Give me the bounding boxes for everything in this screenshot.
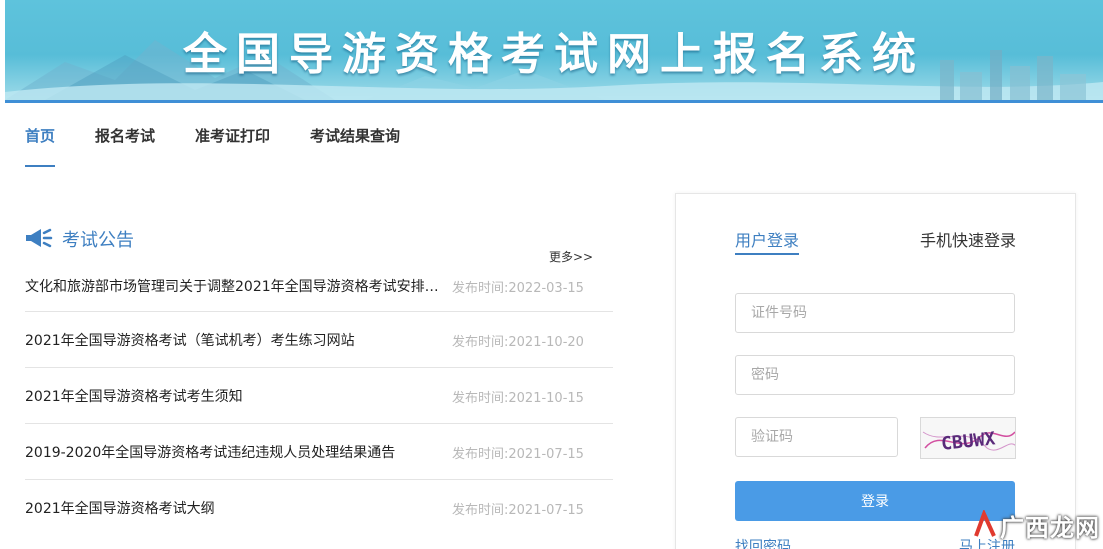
notice-item[interactable]: 2021年全国导游资格考试考生须知 发布时间:2021-10-15 [25,368,613,424]
login-panel: 用户登录 手机快速登录 CBUWX 登录 找回密码 马上注册 [675,193,1076,549]
notice-item-title[interactable]: 2021年全国导游资格考试考生须知 [25,386,445,406]
notice-section: 考试公告 更多>> 文化和旅游部市场管理司关于调整2021年全国导游资格考试安排… [25,222,613,518]
nav-item-home[interactable]: 首页 [25,124,56,168]
notice-item-title[interactable]: 2021年全国导游资格考试大纲 [25,498,445,518]
nav-item-admission-ticket[interactable]: 准考证打印 [195,124,270,168]
notice-list: 文化和旅游部市场管理司关于调整2021年全国导游资格考试安排的通知 发布时间:2… [25,258,613,536]
notice-item-date: 发布时间:2021-07-15 [452,447,584,462]
captcha-input[interactable] [735,417,898,457]
notice-item-date: 发布时间:2021-07-15 [452,503,584,518]
notice-header: 考试公告 更多>> [25,222,613,264]
nav-item-register-exam[interactable]: 报名考试 [95,124,155,168]
captcha-text: CBUWX [940,428,996,455]
captcha-image[interactable]: CBUWX [920,417,1016,459]
notice-item[interactable]: 2021年全国导游资格考试大纲 发布时间:2021-07-15 [25,480,613,536]
password-input[interactable] [735,355,1015,395]
notice-item-date: 发布时间:2021-10-20 [452,335,584,350]
banner-divider [5,100,1103,103]
notice-item-title[interactable]: 2019-2020年全国导游资格考试违纪违规人员处理结果通告 [25,442,445,462]
watermark-logo-icon [974,510,996,537]
notice-item[interactable]: 2019-2020年全国导游资格考试违纪违规人员处理结果通告 发布时间:2021… [25,424,613,480]
megaphone-icon [26,228,53,248]
notice-item-title[interactable]: 文化和旅游部市场管理司关于调整2021年全国导游资格考试安排的通知 [25,276,445,296]
site-title: 全国导游资格考试网上报名系统 [183,29,925,80]
captcha-noise: CBUWX [922,428,1015,455]
nav-item-result-query[interactable]: 考试结果查询 [310,124,400,168]
notice-item-date: 发布时间:2021-10-15 [452,391,584,406]
forgot-password-link[interactable]: 找回密码 [735,536,791,549]
notice-item-date: 发布时间:2022-03-15 [452,281,584,296]
main-nav: 首页 报名考试 准考证打印 考试结果查询 [25,124,440,168]
watermark-text: 广西龙网 [1000,514,1100,542]
tab-user-login[interactable]: 用户登录 [735,227,800,255]
notice-item-title[interactable]: 2021年全国导游资格考试（笔试机考）考生练习网站 [25,330,445,350]
notice-item[interactable]: 文化和旅游部市场管理司关于调整2021年全国导游资格考试安排的通知 发布时间:2… [25,258,613,312]
notice-title: 考试公告 [62,230,134,251]
header-banner: 全国导游资格考试网上报名系统 [5,0,1103,100]
notice-item[interactable]: 2021年全国导游资格考试（笔试机考）考生练习网站 发布时间:2021-10-2… [25,312,613,368]
watermark: 广西龙网 [972,506,1102,546]
tab-phone-login[interactable]: 手机快速登录 [920,227,1016,251]
id-number-input[interactable] [735,293,1015,333]
